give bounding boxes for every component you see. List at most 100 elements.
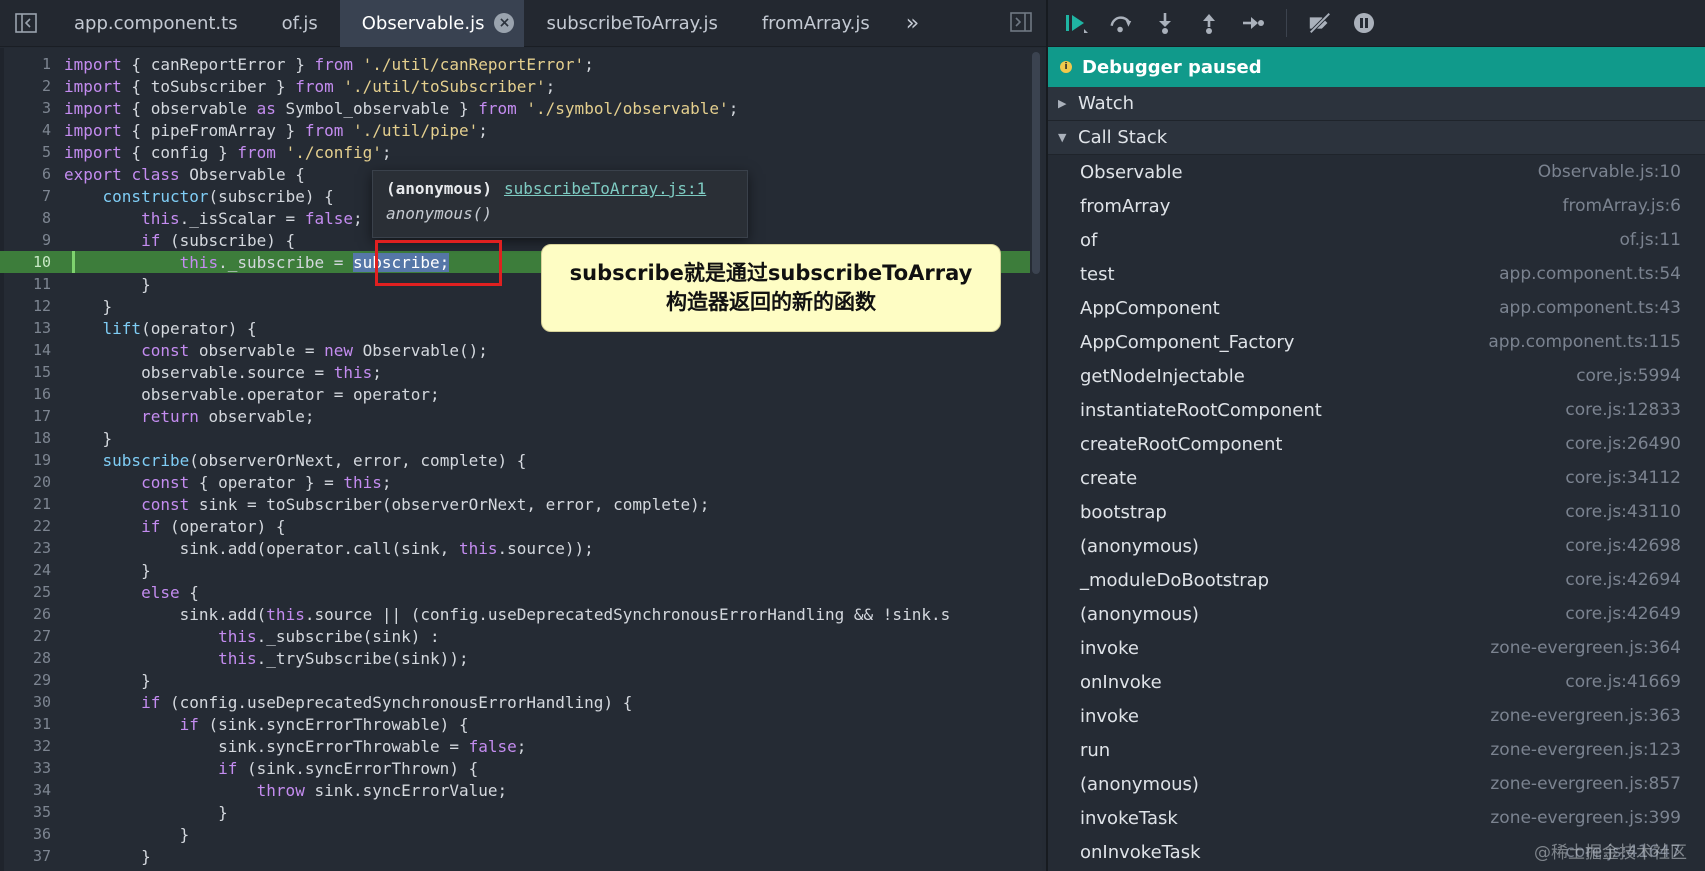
tab-subscribe-to-array[interactable]: subscribeToArray.js — [524, 0, 739, 47]
line-number[interactable]: 30 — [0, 693, 64, 711]
line-number[interactable]: 37 — [0, 847, 64, 865]
line-number[interactable]: 1 — [0, 55, 64, 73]
code-line[interactable]: 34 throw sink.syncErrorValue; — [0, 779, 1030, 801]
close-icon[interactable]: × — [494, 13, 515, 33]
code-line[interactable]: 30 if (config.useDeprecatedSynchronousEr… — [0, 691, 1030, 713]
line-number[interactable]: 36 — [0, 825, 64, 843]
code-line[interactable]: 3 import { observable as Symbol_observabl… — [0, 97, 1030, 119]
toggle-debugger-icon[interactable] — [1010, 12, 1032, 36]
code-line[interactable]: 23 sink.add(operator.call(sink, this.sou… — [0, 537, 1030, 559]
call-stack-frame[interactable]: getNodeInjectable core.js:5994 — [1048, 359, 1705, 393]
line-number[interactable]: 28 — [0, 649, 64, 667]
step-into-icon[interactable] — [1152, 10, 1178, 36]
tooltip-source-link[interactable]: subscribeToArray.js:1 — [504, 179, 706, 198]
code-line[interactable]: 26 sink.add(this.source || (config.useDe… — [0, 603, 1030, 625]
code-line[interactable]: 25 else { — [0, 581, 1030, 603]
call-stack-frame[interactable]: (anonymous) core.js:42698 — [1048, 529, 1705, 563]
call-stack-frame[interactable]: _moduleDoBootstrap core.js:42694 — [1048, 563, 1705, 597]
line-number[interactable]: 4 — [0, 121, 64, 139]
code-line[interactable]: 35 } — [0, 801, 1030, 823]
toggle-navigator-icon[interactable] — [0, 0, 52, 47]
watch-section-header[interactable]: ▶ Watch — [1048, 87, 1705, 121]
code-line[interactable]: 19 subscribe(observerOrNext, error, comp… — [0, 449, 1030, 471]
code-line[interactable]: 18 } — [0, 427, 1030, 449]
step-icon[interactable] — [1240, 10, 1266, 36]
line-number[interactable]: 17 — [0, 407, 64, 425]
line-number[interactable]: 35 — [0, 803, 64, 821]
line-number[interactable]: 2 — [0, 77, 64, 95]
call-stack-frame[interactable]: create core.js:34112 — [1048, 461, 1705, 495]
line-number[interactable]: 25 — [0, 583, 64, 601]
vertical-scrollbar[interactable] — [1030, 48, 1042, 871]
call-stack-frame[interactable]: invoke zone-evergreen.js:364 — [1048, 631, 1705, 665]
tab-app-component[interactable]: app.component.ts — [52, 0, 260, 47]
code-line[interactable]: 29 } — [0, 669, 1030, 691]
tab-observable[interactable]: Observable.js × — [339, 0, 525, 47]
call-stack-frame[interactable]: instantiateRootComponent core.js:12833 — [1048, 393, 1705, 427]
line-number[interactable]: 32 — [0, 737, 64, 755]
code-line[interactable]: 2 import { toSubscriber } from './util/to… — [0, 75, 1030, 97]
line-number[interactable]: 7 — [0, 187, 64, 205]
code-line[interactable]: 22 if (operator) { — [0, 515, 1030, 537]
line-number[interactable]: 12 — [0, 297, 64, 315]
deactivate-breakpoints-icon[interactable] — [1307, 10, 1333, 36]
line-number[interactable]: 23 — [0, 539, 64, 557]
call-stack-frame[interactable]: fromArray fromArray.js:6 — [1048, 189, 1705, 223]
code-line[interactable]: 33 if (sink.syncErrorThrown) { — [0, 757, 1030, 779]
tab-from-array[interactable]: fromArray.js — [740, 0, 892, 47]
line-number[interactable]: 20 — [0, 473, 64, 491]
call-stack-frame[interactable]: onInvoke core.js:41669 — [1048, 665, 1705, 699]
code-line[interactable]: 14 const observable = new Observable(); — [0, 339, 1030, 361]
code-line[interactable]: 31 if (sink.syncErrorThrowable) { — [0, 713, 1030, 735]
line-number[interactable]: 24 — [0, 561, 64, 579]
code-line[interactable]: 24 } — [0, 559, 1030, 581]
line-number[interactable]: 29 — [0, 671, 64, 689]
call-stack-frame[interactable]: of of.js:11 — [1048, 223, 1705, 257]
more-tabs-icon[interactable]: » — [892, 0, 933, 47]
step-over-icon[interactable] — [1108, 10, 1134, 36]
line-number[interactable]: 22 — [0, 517, 64, 535]
line-number[interactable]: 16 — [0, 385, 64, 403]
line-number[interactable]: 19 — [0, 451, 64, 469]
call-stack-frame[interactable]: createRootComponent core.js:26490 — [1048, 427, 1705, 461]
code-line[interactable]: 27 this._subscribe(sink) : — [0, 625, 1030, 647]
line-number[interactable]: 11 — [0, 275, 64, 293]
line-number[interactable]: 27 — [0, 627, 64, 645]
step-out-icon[interactable] — [1196, 10, 1222, 36]
call-stack-frame[interactable]: AppComponent app.component.ts:43 — [1048, 291, 1705, 325]
code-line[interactable]: 20 const { operator } = this; — [0, 471, 1030, 493]
code-line[interactable]: 28 this._trySubscribe(sink)); — [0, 647, 1030, 669]
call-stack-frame[interactable]: run zone-evergreen.js:123 — [1048, 733, 1705, 767]
call-stack-frame[interactable]: invoke zone-evergreen.js:363 — [1048, 699, 1705, 733]
line-number[interactable]: 21 — [0, 495, 64, 513]
call-stack-frame[interactable]: (anonymous) core.js:42649 — [1048, 597, 1705, 631]
call-stack-section-header[interactable]: ▼ Call Stack — [1048, 121, 1705, 155]
line-number[interactable]: 10 — [0, 253, 64, 271]
line-number[interactable]: 6 — [0, 165, 64, 183]
code-line[interactable]: 32 sink.syncErrorThrowable = false; — [0, 735, 1030, 757]
line-number[interactable]: 9 — [0, 231, 64, 249]
line-number[interactable]: 15 — [0, 363, 64, 381]
call-stack-frame[interactable]: invokeTask zone-evergreen.js:399 — [1048, 801, 1705, 835]
code-line[interactable]: 17 return observable; — [0, 405, 1030, 427]
pause-on-exceptions-icon[interactable] — [1351, 10, 1377, 36]
line-number[interactable]: 13 — [0, 319, 64, 337]
resume-icon[interactable] — [1064, 10, 1090, 36]
line-number[interactable]: 34 — [0, 781, 64, 799]
line-number[interactable]: 33 — [0, 759, 64, 777]
line-number[interactable]: 5 — [0, 143, 64, 161]
code-line[interactable]: 16 observable.operator = operator; — [0, 383, 1030, 405]
call-stack-frame[interactable]: Observable Observable.js:10 — [1048, 155, 1705, 189]
line-number[interactable]: 14 — [0, 341, 64, 359]
line-number[interactable]: 8 — [0, 209, 64, 227]
code-line[interactable]: 36 } — [0, 823, 1030, 845]
call-stack-frame[interactable]: test app.component.ts:54 — [1048, 257, 1705, 291]
code-line[interactable]: 5 import { config } from './config'; — [0, 141, 1030, 163]
call-stack-frame[interactable]: (anonymous) zone-evergreen.js:857 — [1048, 767, 1705, 801]
call-stack-frame[interactable]: AppComponent_Factory app.component.ts:115 — [1048, 325, 1705, 359]
code-line[interactable]: 21 const sink = toSubscriber(observerOrN… — [0, 493, 1030, 515]
code-line[interactable]: 37 } — [0, 845, 1030, 867]
line-number[interactable]: 31 — [0, 715, 64, 733]
line-number[interactable]: 26 — [0, 605, 64, 623]
code-line[interactable]: 4 import { pipeFromArray } from './util/p… — [0, 119, 1030, 141]
